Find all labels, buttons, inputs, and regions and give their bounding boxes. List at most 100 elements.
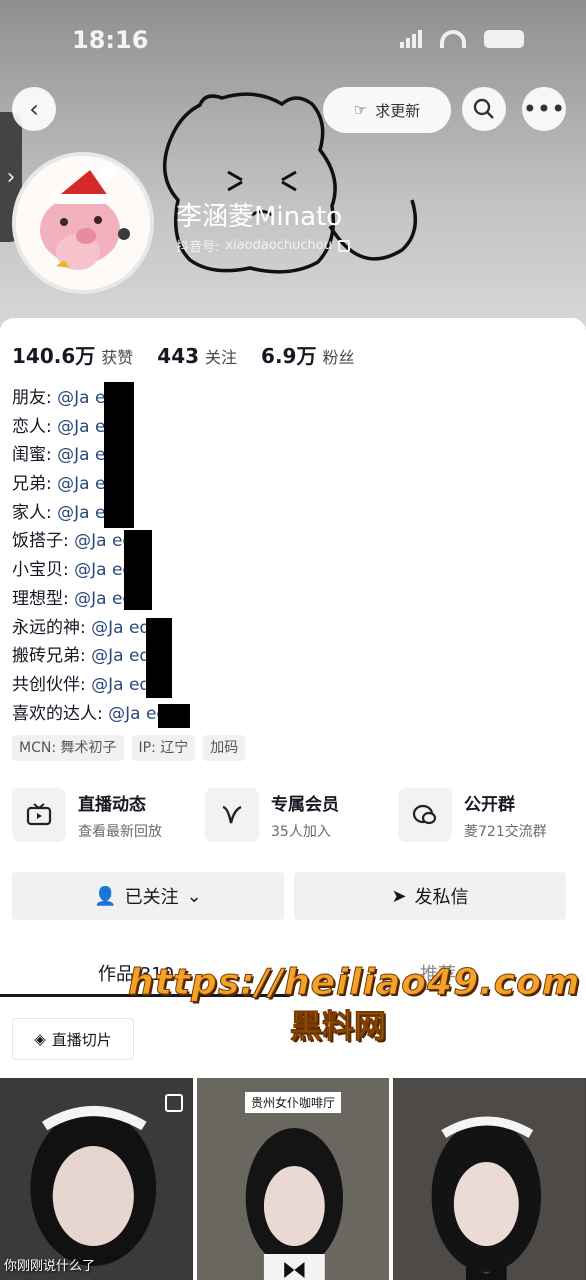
feature-title: 直播动态 xyxy=(78,794,146,815)
relation-row: 永远的神: @Ja ed xyxy=(12,614,167,643)
watermark-name: 黑料网 xyxy=(289,1007,386,1046)
tag-extra: 加码 xyxy=(203,735,246,761)
redaction-bar xyxy=(124,530,152,610)
account-label: 抖音号: xyxy=(176,240,220,255)
live-clip-button[interactable]: ◈ 直播切片 xyxy=(12,1018,134,1060)
copy-icon[interactable] xyxy=(338,239,350,252)
feature-subtitle: 35人加入 xyxy=(271,823,331,840)
following-button[interactable]: 👤 已关注 ⌄ xyxy=(12,872,284,920)
feature-membership[interactable]: 专属会员 35人加入 xyxy=(205,788,385,842)
chevron-left-icon: ‹ xyxy=(29,95,39,123)
video-overlay-text: 你刚刚说什么了 xyxy=(4,1259,96,1274)
stat-value: 140.6万 xyxy=(12,344,96,368)
feature-public-group[interactable]: 公开群 菱721交流群 xyxy=(398,788,578,842)
tag-ip: IP: 辽宁 xyxy=(131,735,196,761)
redaction-bar xyxy=(146,618,172,698)
relation-row: 兄弟: @Ja ed xyxy=(12,470,167,499)
relation-row: 闺蜜: @Ja ed xyxy=(12,441,167,470)
profile-header: 18:16 › ‹ ☞ 求更新 ••• 李涵菱Minato 抖音号: xiaod… xyxy=(0,0,586,340)
tv-icon xyxy=(12,788,66,842)
relation-label: 饭搭子: xyxy=(12,531,75,552)
stat-followers[interactable]: 6.9万 粉丝 xyxy=(261,340,354,369)
avatar[interactable] xyxy=(12,152,154,294)
status-time: 18:16 xyxy=(72,26,149,54)
feature-live-updates[interactable]: 直播动态 查看最新回放 xyxy=(12,788,192,842)
stat-label: 获赞 xyxy=(101,348,134,367)
relation-label: 兄弟: xyxy=(12,474,58,495)
request-update-label: 求更新 xyxy=(375,101,421,120)
relation-row: 恋人: @Ja ed xyxy=(12,413,167,442)
multi-photo-icon xyxy=(164,1094,183,1112)
video-thumbnail[interactable]: 贵州女仆咖啡厅 xyxy=(196,1078,390,1280)
feature-title: 公开群 xyxy=(464,794,515,815)
relation-handle[interactable]: @Ja ed xyxy=(91,618,150,638)
relation-row: 共创伙伴: @Ja ed xyxy=(12,671,167,700)
relation-label: 理想型: xyxy=(12,588,75,609)
stat-value: 443 xyxy=(157,344,200,368)
search-button[interactable] xyxy=(462,87,506,131)
relation-label: 喜欢的达人: xyxy=(12,703,109,724)
back-button[interactable]: ‹ xyxy=(12,87,56,131)
feature-subtitle: 查看最新回放 xyxy=(78,823,162,840)
stat-value: 6.9万 xyxy=(261,344,317,368)
relation-row: 搬砖兄弟: @Ja ed xyxy=(12,642,167,671)
wifi-icon xyxy=(440,30,466,48)
relation-label: 共创伙伴: xyxy=(12,674,92,695)
relation-label: 家人: xyxy=(12,502,58,523)
watermark-url: https://heiliao49.com xyxy=(128,962,581,1004)
maid-photo xyxy=(393,1078,586,1280)
message-button[interactable]: ➤ 发私信 xyxy=(294,872,566,920)
video-caption: 贵州女仆咖啡厅 xyxy=(244,1092,342,1113)
redaction-bar xyxy=(104,382,134,528)
status-icons xyxy=(400,30,524,48)
live-clip-label: 直播切片 xyxy=(51,1030,112,1049)
relation-row: 家人: @Ja ed xyxy=(12,499,167,528)
relation-label: 搬砖兄弟: xyxy=(12,646,92,667)
redaction-bar xyxy=(158,704,190,728)
account-id: xiaodaochuchou xyxy=(225,238,332,253)
action-row: 👤 已关注 ⌄ ➤ 发私信 xyxy=(12,872,566,920)
relation-handle[interactable]: @Ja ed xyxy=(91,675,150,695)
stat-following[interactable]: 443 关注 xyxy=(157,344,237,368)
maid-photo xyxy=(0,1078,193,1280)
relation-row: 喜欢的达人: @Ja ed xyxy=(12,700,167,729)
relation-label: 小宝贝: xyxy=(12,560,75,581)
relation-label: 朋友: xyxy=(12,388,58,408)
video-thumbnail[interactable] xyxy=(393,1078,586,1280)
relation-label: 永远的神: xyxy=(12,617,92,638)
request-update-button[interactable]: ☞ 求更新 xyxy=(323,87,451,133)
relation-row: 朋友: @Ja ed xyxy=(12,384,167,413)
feature-title: 专属会员 xyxy=(271,794,339,815)
chevron-down-icon: ⌄ xyxy=(186,885,202,907)
send-icon: ➤ xyxy=(391,885,407,907)
more-dots-icon: ••• xyxy=(522,95,566,123)
v-icon xyxy=(205,788,259,842)
stat-label: 粉丝 xyxy=(322,348,355,367)
account-id-row: 抖音号: xiaodaochuchou xyxy=(176,236,350,255)
tag-mcn: MCN: 舞术初子 xyxy=(12,735,124,761)
relation-label: 恋人: xyxy=(12,416,58,437)
hand-point-icon: ☞ xyxy=(353,101,368,119)
stat-likes[interactable]: 140.6万 获赞 xyxy=(12,340,133,369)
username: 李涵菱Minato xyxy=(176,202,343,232)
relation-handle[interactable]: @Ja ed xyxy=(91,646,150,666)
signal-icon xyxy=(400,30,422,48)
user-check-icon: 👤 xyxy=(94,885,117,907)
stat-label: 关注 xyxy=(205,348,238,367)
stats-row: 140.6万 获赞 443 关注 6.9万 粉丝 xyxy=(12,340,355,369)
tags-row: MCN: 舞术初子 IP: 辽宁 加码 xyxy=(12,735,246,761)
video-grid: 你刚刚说什么了 贵州女仆咖啡厅 xyxy=(0,1078,586,1280)
feature-subtitle: 菱721交流群 xyxy=(464,823,547,840)
features-row: 直播动态 查看最新回放 专属会员 35人加入 公开群 菱721交流群 xyxy=(12,788,578,842)
search-icon xyxy=(473,98,494,119)
relation-label: 闺蜜: xyxy=(12,445,58,466)
more-button[interactable]: ••• xyxy=(522,87,566,131)
layers-icon: ◈ xyxy=(34,1030,46,1048)
video-thumbnail[interactable]: 你刚刚说什么了 xyxy=(0,1078,193,1280)
following-label: 已关注 xyxy=(124,887,179,908)
battery-icon xyxy=(484,30,524,48)
pig-avatar-illustration xyxy=(16,156,150,290)
chat-group-icon xyxy=(398,788,452,842)
site-watermark: https://heiliao49.com 黑料网 xyxy=(128,962,581,1047)
message-label: 发私信 xyxy=(414,887,469,908)
